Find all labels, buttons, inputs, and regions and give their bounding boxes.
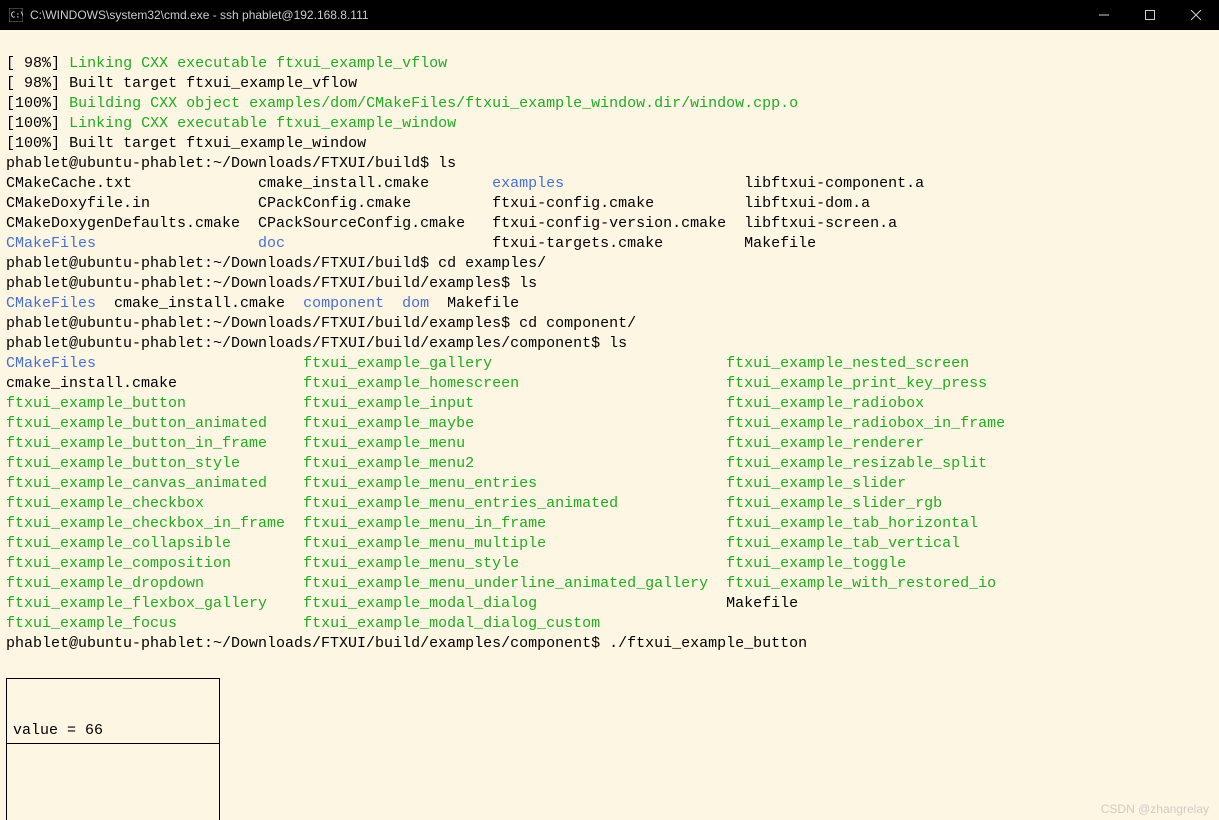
terminal-content[interactable]: [ 98%] Linking CXX executable ftxui_exam… [0, 30, 1219, 820]
command: ls [438, 155, 456, 172]
minimize-button[interactable] [1081, 0, 1127, 30]
terminal-window: C:\ C:\WINDOWS\system32\cmd.exe - ssh ph… [0, 0, 1219, 820]
ls-examples-output: CMakeFiles cmake_install.cmake component… [6, 294, 1213, 314]
prompt: phablet@ubuntu-phablet:~/Downloads/FTXUI… [6, 155, 429, 172]
command: ls [609, 335, 627, 352]
window-title: C:\WINDOWS\system32\cmd.exe - ssh phable… [30, 8, 369, 22]
gauge-row [7, 784, 219, 820]
prompt: phablet@ubuntu-phablet:~/Downloads/FTXUI… [6, 275, 510, 292]
maximize-button[interactable] [1127, 0, 1173, 30]
ls-build-output: CMakeCache.txt CMakeDoxyfile.in CMakeDox… [6, 174, 1213, 254]
command: cd component/ [519, 315, 636, 332]
prompt: phablet@ubuntu-phablet:~/Downloads/FTXUI… [6, 335, 600, 352]
command: ./ftxui_example_button [609, 635, 807, 652]
close-button[interactable] [1173, 0, 1219, 30]
prompt: phablet@ubuntu-phablet:~/Downloads/FTXUI… [6, 635, 600, 652]
cmd-icon: C:\ [8, 7, 24, 23]
value-display: value = 66 [7, 719, 219, 744]
build-output: [ 98%] Linking CXX executable ftxui_exam… [6, 54, 1213, 154]
ls-component-output: CMakeFiles cmake_install.cmake ftxui_exa… [6, 354, 1213, 634]
window-controls [1081, 0, 1219, 30]
watermark: CSDN @zhangrelay [1101, 802, 1209, 816]
tui-widget: value = 66 Decrease Increase [6, 678, 220, 820]
prompt: phablet@ubuntu-phablet:~/Downloads/FTXUI… [6, 255, 429, 272]
command: cd examples/ [438, 255, 546, 272]
command: ls [519, 275, 537, 292]
prompt: phablet@ubuntu-phablet:~/Downloads/FTXUI… [6, 315, 510, 332]
svg-text:C:\: C:\ [11, 11, 23, 20]
value-label: value = 66 [13, 722, 103, 739]
titlebar[interactable]: C:\ C:\WINDOWS\system32\cmd.exe - ssh ph… [0, 0, 1219, 30]
